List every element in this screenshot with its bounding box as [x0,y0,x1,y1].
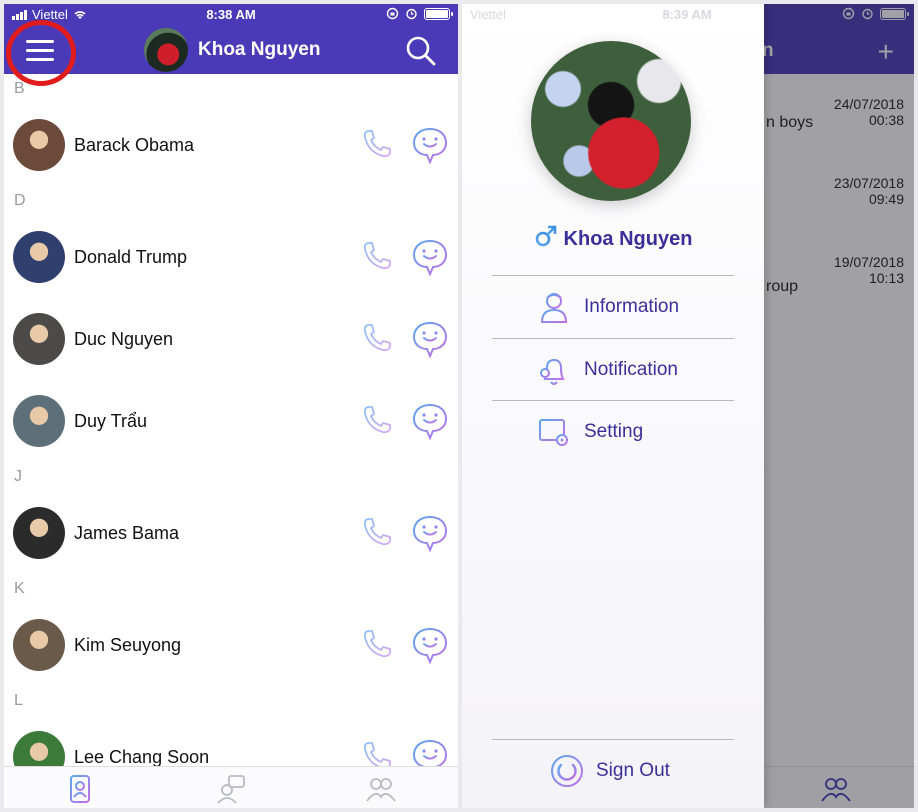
section-header: L [14,692,23,709]
sign-out-label: Sign Out [596,760,670,781]
chat-bubble-icon[interactable] [412,238,448,276]
contact-name: Barack Obama [74,135,195,155]
contact-row[interactable]: James Bama [4,492,458,574]
screenshot-stage: Viettel 8:38 AM Khoa Nguyen B Barack Oba… [0,0,918,812]
avatar [13,119,65,171]
avatar [13,231,65,283]
section-header: D [14,192,26,209]
header-profile[interactable]: Khoa Nguyen [144,28,321,72]
contact-row[interactable]: Kim Seuyong [4,604,458,686]
status-right [386,7,453,20]
menu-item-label: Setting [584,421,644,442]
hamburger-menu-button[interactable] [14,30,68,70]
tab-bar [4,766,458,808]
contact-row[interactable]: Duy Trẩu [4,380,458,462]
chat-bubble-icon[interactable] [412,402,448,440]
avatar [13,619,65,671]
menu-item-label: Information [584,296,680,317]
chat-bubble-icon[interactable] [412,320,448,358]
avatar [144,28,188,72]
male-gender-icon [535,225,556,247]
section-header: K [14,580,25,597]
phone-call-icon[interactable] [360,403,394,437]
settings-panel-icon [539,419,568,446]
contact-name: James Bama [74,523,180,543]
contacts-screen: Viettel 8:38 AM Khoa Nguyen B Barack Oba… [4,4,458,808]
groups-tab-icon[interactable] [365,773,397,805]
page-title: Khoa Nguyen [198,39,321,60]
rotation-lock-icon [386,7,399,20]
phone-call-icon[interactable] [360,627,394,661]
menu-line-icon [26,48,54,52]
contact-row[interactable]: Barack Obama [4,104,458,186]
chat-bubble-icon[interactable] [412,514,448,552]
bell-icon [540,355,565,385]
power-icon [551,755,583,787]
battery-icon [424,7,453,20]
contacts-tab-icon[interactable] [64,773,96,805]
contact-list: B Barack Obama D Donald Trump Duc Nguyen Duy … [4,74,458,783]
phone-call-icon[interactable] [360,127,394,161]
profile-name-row: Khoa Nguyen [462,224,764,251]
profile-avatar[interactable] [531,41,691,201]
avatar [13,507,65,559]
menu-line-icon [26,57,54,61]
menu-item-label: Notification [584,359,678,380]
profile-name: Khoa Nguyen [563,228,693,250]
sign-out-button[interactable]: Sign Out [462,740,764,802]
phone-call-icon[interactable] [360,515,394,549]
side-drawer: Viettel 8:39 AM Khoa Nguyen Information … [462,4,764,808]
status-bar: Viettel 8:38 AM [4,4,458,26]
avatar [13,313,65,365]
contact-name: Duc Nguyen [74,329,174,349]
contact-name: Kim Seuyong [74,635,182,655]
contact-row[interactable]: Duc Nguyen [4,298,458,380]
section-header: J [14,468,22,485]
section-header: B [14,80,25,97]
phone-call-icon[interactable] [360,239,394,273]
status-time: 8:39 AM [662,7,712,22]
nav-bar: Viettel 8:38 AM Khoa Nguyen [4,4,458,86]
drawer-screen: n + n boys 24/07/2018 00:38 23/07/2018 09:… [462,4,914,808]
chat-bubble-icon[interactable] [412,626,448,664]
menu-line-icon [26,39,54,43]
contact-name: Duy Trẩu [74,411,148,431]
search-icon[interactable] [404,34,438,68]
contact-name: Donald Trump [74,247,188,267]
chat-bubble-icon[interactable] [412,126,448,164]
phone-call-icon[interactable] [360,321,394,355]
menu-item-setting[interactable]: Setting [462,401,764,463]
chats-tab-icon[interactable] [215,773,247,805]
alarm-icon [406,8,417,20]
user-info-icon [540,293,568,323]
menu-item-notification[interactable]: Notification [462,339,764,401]
contact-row[interactable]: Donald Trump [4,216,458,298]
avatar [13,395,65,447]
menu-item-information[interactable]: Information [462,276,764,338]
